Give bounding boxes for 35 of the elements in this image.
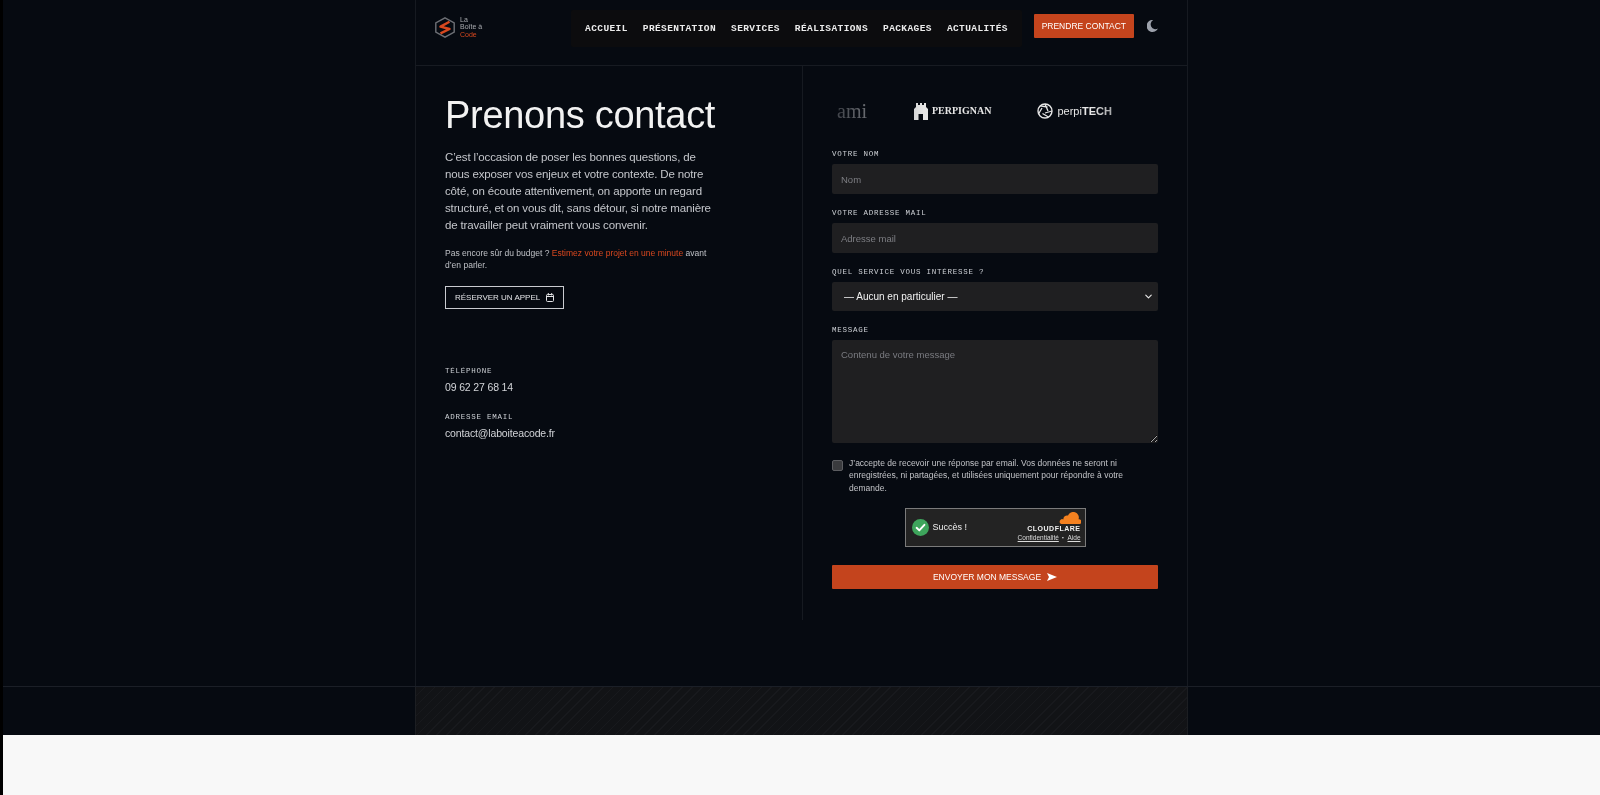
nav-link[interactable]: ACTUALITÉS [946,22,1008,35]
partner-logo-name: perpiTECH [1057,105,1112,117]
intro-paragraph: C’est l’occasion de poser les bonnes questions, de nous exposer vos enjeux et votre contexte. De notre côté, on écoute attentivement, on apporte un regard structuré, et on vous dit, sans détour, si notre manière de travailler peut vraiment vous convenir. [445,150,712,233]
text-input[interactable]: Nom [832,164,1158,194]
moon-icon[interactable] [1147,20,1158,32]
budget-note: Pas encore sûr du budget ? Estimez votre projet en une minute avant d’en parler. [445,247,708,271]
chevron-down-icon [1143,291,1154,302]
partner-logo-name: ami [837,101,867,121]
contact-value[interactable]: 09 62 27 68 14 [445,380,513,394]
nav-link[interactable]: RÉALISATIONS [794,22,869,35]
nav-link[interactable]: SERVICES [731,22,780,35]
aperture-icon [1037,103,1054,119]
estimate-link[interactable]: Estimez votre projet en une minute [551,248,684,258]
consent-text: J’accepte de recevoir une réponse par email. Vos données ne seront ni enregistrées, ni partagées, et utilisées uniquement pour répondre à votre demande. [849,457,1125,494]
nav-link[interactable]: PACKAGES [883,22,932,35]
nav-link[interactable]: ACCUEIL [585,22,628,35]
calendar-icon [546,293,555,302]
cloud-icon [1058,512,1081,525]
message-textarea[interactable]: Contenu de votre message [832,340,1158,443]
success-check-icon [911,518,929,536]
partner-logo-name: PERPIGNAN [932,106,992,116]
link-separator: · [1061,534,1065,543]
book-call-button[interactable]: RÉSERVER UN APPEL [445,286,565,309]
send-icon [1047,572,1058,581]
nav-link[interactable]: PRÉSENTATION [642,22,717,35]
page-title: Prenons contact [445,94,716,136]
contact-button[interactable]: PRENDRE CONTACT [1033,14,1134,38]
cube-logo-icon [435,16,455,38]
contact-value[interactable]: contact@laboiteacode.fr [445,426,555,440]
send-button[interactable]: ENVOYER MON MESSAGE [832,564,1158,589]
captcha-status: Succès ! [932,522,968,533]
text-input[interactable]: Adresse mail [832,223,1158,253]
service-select[interactable]: — Aucun en particulier — [832,282,1158,311]
tower-icon [913,102,928,120]
consent-checkbox[interactable] [832,460,843,471]
